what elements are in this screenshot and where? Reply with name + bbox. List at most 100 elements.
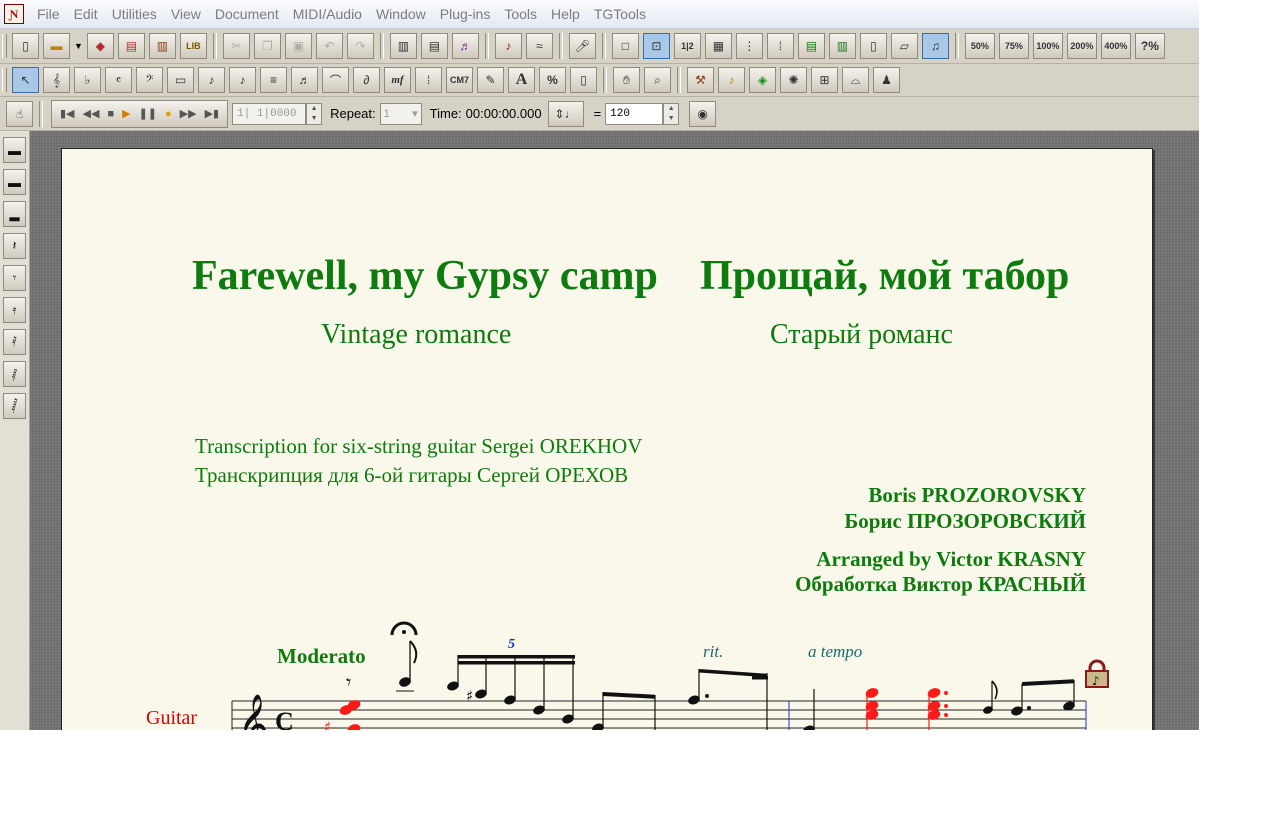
hundred-twenty-eighth-rest-icon[interactable]: 𝅂 [3,393,26,419]
score-manager-icon[interactable]: ▥ [828,33,856,59]
rewind-start-icon[interactable]: ▮◀ [60,107,75,120]
tempo-input[interactable]: 120 [605,102,664,125]
measure-spinner[interactable]: ▲ ▼ [306,102,323,125]
library-icon[interactable]: LIB [179,33,207,59]
repeat-select[interactable]: 1 ▾ [379,102,422,125]
simple-entry-tool-icon[interactable]: ♪ [198,67,225,93]
cut-icon[interactable]: ✂ [222,33,250,59]
studio-view-icon[interactable]: ♬ [451,33,479,59]
stop-icon[interactable]: ■ [107,108,114,120]
key-signature-tool-icon[interactable]: ♭ [74,67,101,93]
lock-toggle-icon[interactable]: ⊡ [642,33,670,59]
note-mover-tool-icon[interactable]: ⊞ [811,67,838,93]
menu-edit[interactable]: Edit [67,6,105,22]
smart-shape-tool-icon[interactable]: ♬ [291,67,318,93]
instrument-name[interactable]: Guitar [146,707,197,730]
new-file-icon[interactable]: ▯ [12,33,39,59]
expression-tool-icon[interactable]: mf [384,67,411,93]
measure-grid-icon[interactable]: ▦ [704,33,732,59]
paste-icon[interactable]: ▣ [284,33,312,59]
play-icon[interactable]: ▶ [122,107,130,120]
score-page[interactable]: Farewell, my Gypsy camp Прощай, мой табо… [61,148,1153,730]
hand-cursor-icon[interactable]: ☝︎ [6,100,33,127]
menu-window[interactable]: Window [369,6,433,22]
zoom-50-button[interactable]: 50% [964,33,995,59]
music-staff[interactable]: 𝄞 C 𝄾 ♯ ♯ ♯ [62,149,1152,730]
half-rest-alt-icon[interactable]: ▂ [3,201,26,227]
menu-midi-audio[interactable]: MIDI/Audio [286,6,369,22]
repeat-tool-icon[interactable]: ⁞ [415,67,442,93]
open-folder-icon[interactable]: ▬ [43,33,70,59]
copy-icon[interactable]: ❐ [253,33,281,59]
save-icon[interactable]: ◆ [86,33,114,59]
zoom-tool-icon[interactable]: ⌕ [644,67,671,93]
measure-position-field[interactable]: 1| 1|0000 [232,102,307,125]
record-icon[interactable]: ● [165,108,172,120]
zoom-200-button[interactable]: 200% [1066,33,1097,59]
speedy-entry-tool-icon[interactable]: ♪ [229,67,256,93]
toolbar-grip[interactable] [2,34,7,58]
text-tool-icon[interactable]: A [508,67,535,93]
midi-tool-icon[interactable]: ♪ [494,33,522,59]
page-layout-tool-icon[interactable]: ▯ [570,67,597,93]
split-12-icon[interactable]: 1|2 [673,33,701,59]
page-view-icon[interactable]: ▤ [420,33,448,59]
print-icon[interactable]: ▤ [117,33,145,59]
expression-curve-tool-icon[interactable]: ∂ [353,67,380,93]
dotted-grid-2-icon[interactable]: ⁞ [766,33,794,59]
whole-rest-icon[interactable]: ▬ [3,137,26,163]
ossia-tool-icon[interactable]: ⌓ [842,67,869,93]
metronome-icon[interactable]: ♟ [873,67,900,93]
menu-tools[interactable]: Tools [497,6,544,22]
forward-end-icon[interactable]: ▶▮ [205,107,220,120]
lyrics-tool-icon[interactable]: ✎ [477,67,504,93]
page-note-icon[interactable]: ▱ [890,33,918,59]
menu-tgtools[interactable]: TGTools [587,6,653,22]
eighth-rest-icon[interactable]: 𝄾 [3,265,26,291]
playback-tool-icon[interactable]: ✺ [780,67,807,93]
document-icon[interactable]: ▯ [859,33,887,59]
redo-icon[interactable]: ↷ [346,33,374,59]
book-icon[interactable]: ▥ [148,33,176,59]
tempo-note-icon[interactable]: ⇕♩ [547,100,584,127]
speaker-icon[interactable]: ◉ [689,100,717,127]
staff-grid-icon[interactable]: ▤ [797,33,825,59]
zoom-75-button[interactable]: 75% [998,33,1029,59]
resize-tool-icon[interactable]: % [539,67,566,93]
staff-tool-icon[interactable]: 𝄞 [43,67,70,93]
dotted-grid-icon[interactable]: ⋮ [735,33,763,59]
articulation-tool-icon[interactable]: ⌒ [322,67,349,93]
menu-file[interactable]: File [30,6,67,22]
zoom-100-button[interactable]: 100% [1032,33,1063,59]
undo-icon[interactable]: ↶ [315,33,343,59]
half-rest-icon[interactable]: ▬ [3,169,26,195]
hand-grabber-icon[interactable]: ✋︎ [613,67,640,93]
chord-tool-icon[interactable]: CM7 [446,67,473,93]
tempo-spinner[interactable]: ▲ ▼ [663,102,680,125]
mass-edit-tool-icon[interactable]: ⚒ [687,67,714,93]
clef-tool-icon[interactable]: 𝄢 [136,67,163,93]
scroll-view-icon[interactable]: ▥ [389,33,417,59]
special-tools-icon[interactable]: ♪ [718,67,745,93]
lock-icon[interactable]: ♪ [1084,659,1110,689]
menu-document[interactable]: Document [208,6,286,22]
music-note-box-icon[interactable]: ♫ [921,33,949,59]
sixty-fourth-rest-icon[interactable]: 𝅁 [3,361,26,387]
app-icon[interactable]: Ɲ [4,4,24,24]
menu-help[interactable]: Help [544,6,587,22]
sixteenth-rest-icon[interactable]: 𝄿 [3,297,26,323]
zoom-custom-button[interactable]: ?% [1134,33,1165,59]
graphics-tool-icon[interactable]: ◈ [749,67,776,93]
tempo-marking[interactable]: Moderato [277,644,366,669]
selection-tool-icon[interactable]: ↖ [12,67,39,93]
quarter-rest-icon[interactable]: 𝄽 [3,233,26,259]
tuplet-tool-icon[interactable]: ≡ [260,67,287,93]
rewind-icon[interactable]: ◀◀ [83,107,100,120]
measure-tool-icon[interactable]: ▭ [167,67,194,93]
toolbar-grip[interactable] [2,68,7,92]
menu-utilities[interactable]: Utilities [105,6,164,22]
zoom-400-button[interactable]: 400% [1100,33,1131,59]
pause-icon[interactable]: ❚❚ [139,107,157,120]
fast-forward-icon[interactable]: ▶▶ [180,107,197,120]
tuplet-number[interactable]: 5 [508,637,515,653]
